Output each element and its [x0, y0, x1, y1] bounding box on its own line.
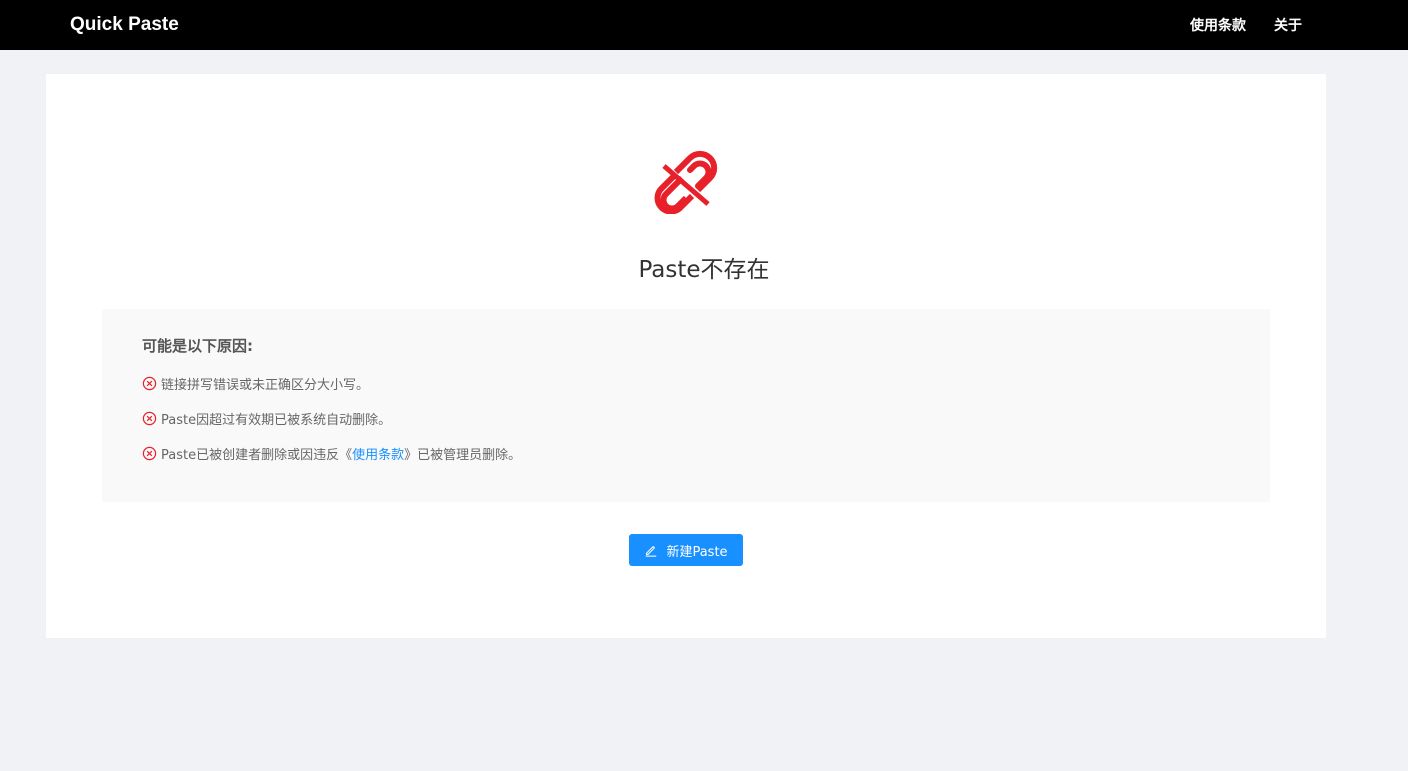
edit-icon	[646, 545, 657, 557]
nav-about-link[interactable]: 关于	[1274, 15, 1302, 35]
reasons-panel: 可能是以下原因: 链接拼写错误或未正确区分大小写。 Paste因超过有效期已被系…	[102, 309, 1270, 502]
broken-link-icon	[654, 150, 718, 214]
reason-text: 链接拼写错误或未正确区分大小写。	[161, 377, 370, 393]
reason-item: Paste因超过有效期已被系统自动删除。	[142, 409, 1230, 428]
reason-text-suffix: 》已被管理员删除。	[404, 447, 522, 463]
brand-logo[interactable]: Quick Paste	[70, 14, 179, 36]
close-circle-icon	[142, 446, 157, 460]
close-circle-icon	[142, 411, 157, 425]
page-title: Paste不存在	[638, 257, 770, 283]
reason-item: Paste已被创建者删除或因违反《 使用条款 》已被管理员删除。	[142, 444, 1230, 463]
reasons-title: 可能是以下原因:	[142, 337, 253, 355]
nav-terms-link[interactable]: 使用条款	[1190, 15, 1246, 35]
nav-links: 使用条款 关于	[1190, 15, 1302, 35]
reason-item: 链接拼写错误或未正确区分大小写。	[142, 374, 1230, 393]
new-paste-button[interactable]: 新建Paste	[629, 534, 743, 566]
close-circle-icon	[142, 376, 157, 390]
reason-text-prefix: Paste已被创建者删除或因违反《	[161, 447, 353, 463]
reason-text: Paste因超过有效期已被系统自动删除。	[161, 412, 392, 428]
terms-link[interactable]: 使用条款	[352, 444, 404, 463]
top-navbar: Quick Paste 使用条款 关于	[0, 0, 1408, 50]
new-paste-label: 新建Paste	[666, 544, 728, 560]
